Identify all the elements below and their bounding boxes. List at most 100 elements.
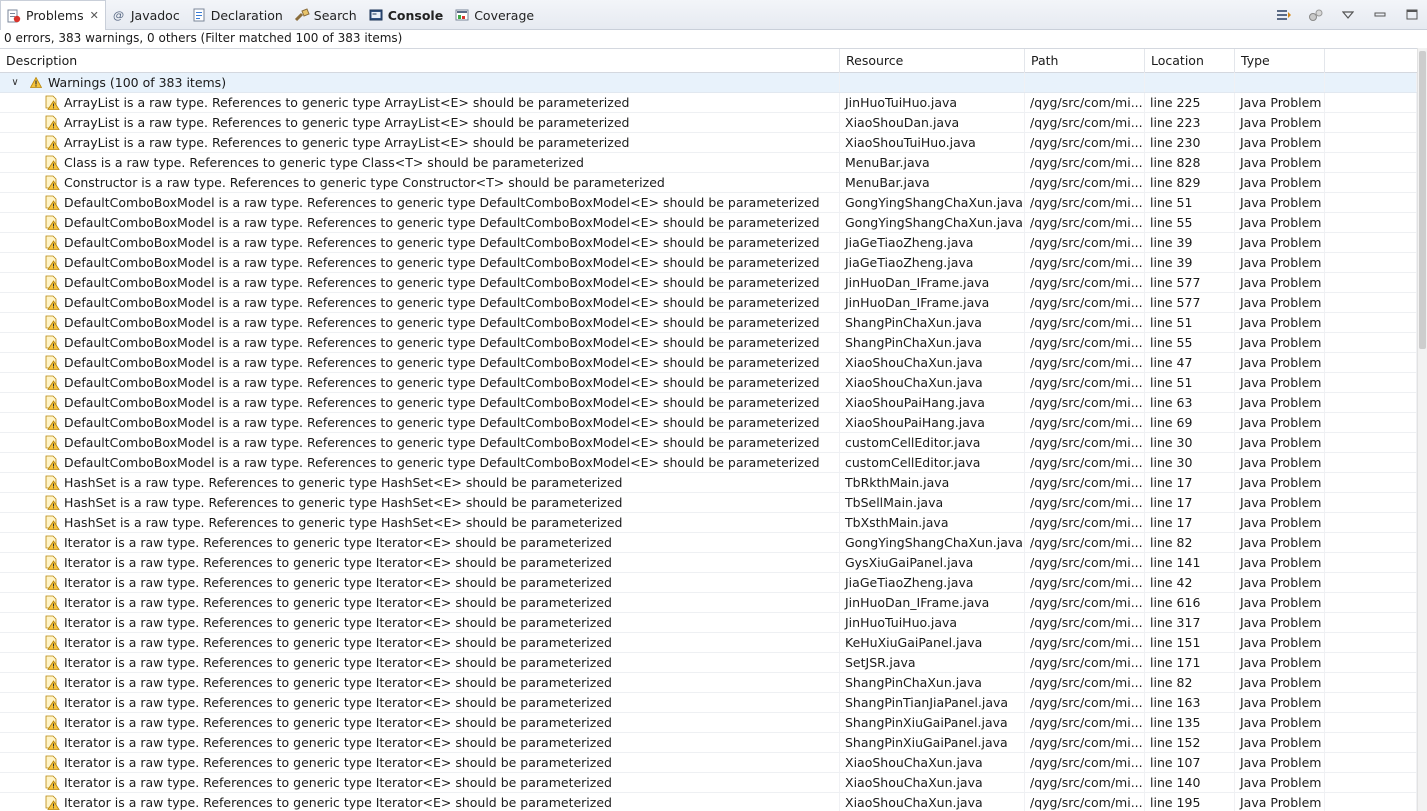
- java-warning-icon: [44, 775, 60, 791]
- java-warning-icon: [44, 515, 60, 531]
- cell-location: line 151: [1145, 633, 1235, 652]
- table-row[interactable]: Iterator is a raw type. References to ge…: [0, 613, 1417, 633]
- column-header-type[interactable]: Type: [1235, 49, 1325, 73]
- minimize-icon[interactable]: [1371, 6, 1389, 24]
- table-row[interactable]: Iterator is a raw type. References to ge…: [0, 693, 1417, 713]
- description-text: Iterator is a raw type. References to ge…: [64, 755, 612, 770]
- view-menu-icon[interactable]: [1339, 6, 1357, 24]
- table-row[interactable]: DefaultComboBoxModel is a raw type. Refe…: [0, 273, 1417, 293]
- table-row[interactable]: Iterator is a raw type. References to ge…: [0, 553, 1417, 573]
- table-row[interactable]: Iterator is a raw type. References to ge…: [0, 793, 1417, 811]
- cell-type: Java Problem: [1235, 613, 1325, 632]
- java-warning-icon: [44, 415, 60, 431]
- table-row[interactable]: DefaultComboBoxModel is a raw type. Refe…: [0, 293, 1417, 313]
- warnings-group-row[interactable]: ∨ Warnings (100 of 383 items): [0, 73, 1417, 93]
- tab-javadoc[interactable]: @ Javadoc: [106, 0, 186, 30]
- description-text: Iterator is a raw type. References to ge…: [64, 775, 612, 790]
- cell-location: line 69: [1145, 413, 1235, 432]
- cell-description: Iterator is a raw type. References to ge…: [0, 593, 840, 612]
- java-warning-icon: [44, 275, 60, 291]
- table-row[interactable]: Iterator is a raw type. References to ge…: [0, 633, 1417, 653]
- table-row[interactable]: Iterator is a raw type. References to ge…: [0, 653, 1417, 673]
- table-row[interactable]: Class is a raw type. References to gener…: [0, 153, 1417, 173]
- java-warning-icon: [44, 315, 60, 331]
- table-row[interactable]: DefaultComboBoxModel is a raw type. Refe…: [0, 253, 1417, 273]
- java-warning-icon: [44, 155, 60, 171]
- column-header-description[interactable]: ^ Description: [0, 48, 840, 73]
- table-row[interactable]: DefaultComboBoxModel is a raw type. Refe…: [0, 413, 1417, 433]
- cell-type: Java Problem: [1235, 313, 1325, 332]
- table-row[interactable]: DefaultComboBoxModel is a raw type. Refe…: [0, 313, 1417, 333]
- filter-icon[interactable]: [1275, 6, 1293, 24]
- configure-contents-icon[interactable]: [1307, 6, 1325, 24]
- table-row[interactable]: Iterator is a raw type. References to ge…: [0, 733, 1417, 753]
- cell-path: /qyg/src/com/mi...: [1025, 693, 1145, 712]
- java-warning-icon: [44, 295, 60, 311]
- scrollbar-thumb[interactable]: [1419, 51, 1426, 349]
- table-row[interactable]: HashSet is a raw type. References to gen…: [0, 513, 1417, 533]
- description-text: Iterator is a raw type. References to ge…: [64, 635, 612, 650]
- description-text: Constructor is a raw type. References to…: [64, 175, 665, 190]
- table-row[interactable]: DefaultComboBoxModel is a raw type. Refe…: [0, 373, 1417, 393]
- cell-resource: customCellEditor.java: [840, 433, 1025, 452]
- table-row[interactable]: Iterator is a raw type. References to ge…: [0, 753, 1417, 773]
- description-text: HashSet is a raw type. References to gen…: [64, 495, 623, 510]
- vertical-scrollbar[interactable]: [1417, 48, 1427, 811]
- java-warning-icon: [44, 395, 60, 411]
- description-text: Iterator is a raw type. References to ge…: [64, 655, 612, 670]
- table-row[interactable]: DefaultComboBoxModel is a raw type. Refe…: [0, 233, 1417, 253]
- description-text: Iterator is a raw type. References to ge…: [64, 795, 612, 810]
- column-header-location[interactable]: Location: [1145, 49, 1235, 73]
- table-row[interactable]: Iterator is a raw type. References to ge…: [0, 673, 1417, 693]
- table-row[interactable]: DefaultComboBoxModel is a raw type. Refe…: [0, 213, 1417, 233]
- cell-resource: GongYingShangChaXun.java: [840, 193, 1025, 212]
- tab-coverage[interactable]: Coverage: [449, 0, 540, 30]
- table-row[interactable]: Iterator is a raw type. References to ge…: [0, 773, 1417, 793]
- tab-problems[interactable]: Problems ✕: [0, 0, 106, 31]
- problems-summary: 0 errors, 383 warnings, 0 others (Filter…: [0, 30, 1427, 47]
- description-text: DefaultComboBoxModel is a raw type. Refe…: [64, 235, 820, 250]
- java-warning-icon: [44, 455, 60, 471]
- tab-search[interactable]: Search: [289, 0, 363, 30]
- table-row[interactable]: DefaultComboBoxModel is a raw type. Refe…: [0, 393, 1417, 413]
- cell-type: Java Problem: [1235, 493, 1325, 512]
- cell-location: line 107: [1145, 753, 1235, 772]
- table-row[interactable]: ArrayList is a raw type. References to g…: [0, 113, 1417, 133]
- problems-table: ^ Description Resource Path Location Typ…: [0, 48, 1417, 811]
- table-row[interactable]: HashSet is a raw type. References to gen…: [0, 493, 1417, 513]
- table-row[interactable]: Iterator is a raw type. References to ge…: [0, 713, 1417, 733]
- table-row[interactable]: DefaultComboBoxModel is a raw type. Refe…: [0, 193, 1417, 213]
- cell-description: DefaultComboBoxModel is a raw type. Refe…: [0, 193, 840, 212]
- tab-console[interactable]: Console: [363, 0, 449, 30]
- cell-description: DefaultComboBoxModel is a raw type. Refe…: [0, 293, 840, 312]
- cell-resource: ShangPinChaXun.java: [840, 313, 1025, 332]
- expand-twisty-icon[interactable]: ∨: [8, 73, 22, 92]
- cell-resource: JiaGeTiaoZheng.java: [840, 573, 1025, 592]
- table-row[interactable]: DefaultComboBoxModel is a raw type. Refe…: [0, 333, 1417, 353]
- table-row[interactable]: DefaultComboBoxModel is a raw type. Refe…: [0, 453, 1417, 473]
- cell-location: line 163: [1145, 693, 1235, 712]
- cell-path: /qyg/src/com/mi...: [1025, 713, 1145, 732]
- column-header-resource[interactable]: Resource: [840, 49, 1025, 73]
- table-row[interactable]: Constructor is a raw type. References to…: [0, 173, 1417, 193]
- table-row[interactable]: DefaultComboBoxModel is a raw type. Refe…: [0, 433, 1417, 453]
- cell-type: Java Problem: [1235, 413, 1325, 432]
- maximize-icon[interactable]: [1403, 6, 1421, 24]
- table-row[interactable]: Iterator is a raw type. References to ge…: [0, 533, 1417, 553]
- column-header-path[interactable]: Path: [1025, 49, 1145, 73]
- cell-path: /qyg/src/com/mi...: [1025, 353, 1145, 372]
- table-row[interactable]: Iterator is a raw type. References to ge…: [0, 593, 1417, 613]
- table-row[interactable]: ArrayList is a raw type. References to g…: [0, 93, 1417, 113]
- cell-path: /qyg/src/com/mi...: [1025, 593, 1145, 612]
- cell-type: Java Problem: [1235, 513, 1325, 532]
- java-warning-icon: [44, 335, 60, 351]
- cell-description: Iterator is a raw type. References to ge…: [0, 533, 840, 552]
- tab-declaration[interactable]: Declaration: [186, 0, 289, 30]
- table-row[interactable]: HashSet is a raw type. References to gen…: [0, 473, 1417, 493]
- cell-resource: TbXsthMain.java: [840, 513, 1025, 532]
- close-icon[interactable]: ✕: [90, 9, 99, 22]
- table-row[interactable]: DefaultComboBoxModel is a raw type. Refe…: [0, 353, 1417, 373]
- cell-resource: ShangPinXiuGaiPanel.java: [840, 713, 1025, 732]
- table-row[interactable]: ArrayList is a raw type. References to g…: [0, 133, 1417, 153]
- table-row[interactable]: Iterator is a raw type. References to ge…: [0, 573, 1417, 593]
